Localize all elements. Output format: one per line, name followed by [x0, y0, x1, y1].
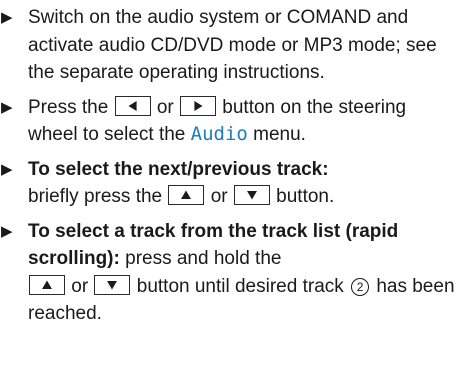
instruction-steps: ▶ Switch on the audio system or COMAND a… — [0, 4, 460, 335]
callout-number-badge: 2 — [351, 277, 370, 296]
step-arrow-icon: ▶ — [1, 222, 13, 240]
up-arrow-key-icon — [29, 274, 65, 295]
step-text-before: briefly press the — [28, 186, 163, 207]
up-arrow-key-icon — [168, 185, 205, 205]
step-text: Switch on the audio system or COMAND and… — [28, 7, 437, 83]
step-text-before: Press the — [28, 96, 109, 118]
audio-menu-name: Audio — [190, 123, 248, 145]
step-text-before: press and hold the — [125, 248, 282, 269]
step-arrow-icon: ▶ — [1, 98, 13, 116]
step-switch-on-audio: ▶ Switch on the audio system or COMAND a… — [0, 4, 460, 87]
down-arrow-key-icon — [233, 185, 270, 205]
step-text-or: or — [210, 186, 228, 207]
step-heading: To select the next/previous track: — [28, 158, 329, 180]
step-arrow-icon: ▶ — [1, 9, 13, 26]
step-text-end: menu. — [253, 124, 306, 145]
step-select-next-previous-track: ▶ To select the next/previous track: bri… — [0, 156, 460, 211]
step-text-or: or — [156, 96, 174, 118]
step-text-after: button. — [276, 186, 335, 207]
step-arrow-icon: ▶ — [1, 160, 13, 178]
right-arrow-key-icon — [180, 95, 217, 116]
left-arrow-key-icon — [114, 95, 151, 116]
step-select-audio-menu: ▶ Press the or button on the steering wh… — [0, 94, 460, 149]
down-arrow-key-icon — [94, 274, 131, 295]
step-rapid-scrolling: ▶ To select a track from the track list … — [0, 218, 460, 328]
step-text-or: or — [71, 275, 89, 297]
step-text-mid: button until desired track — [136, 275, 344, 297]
